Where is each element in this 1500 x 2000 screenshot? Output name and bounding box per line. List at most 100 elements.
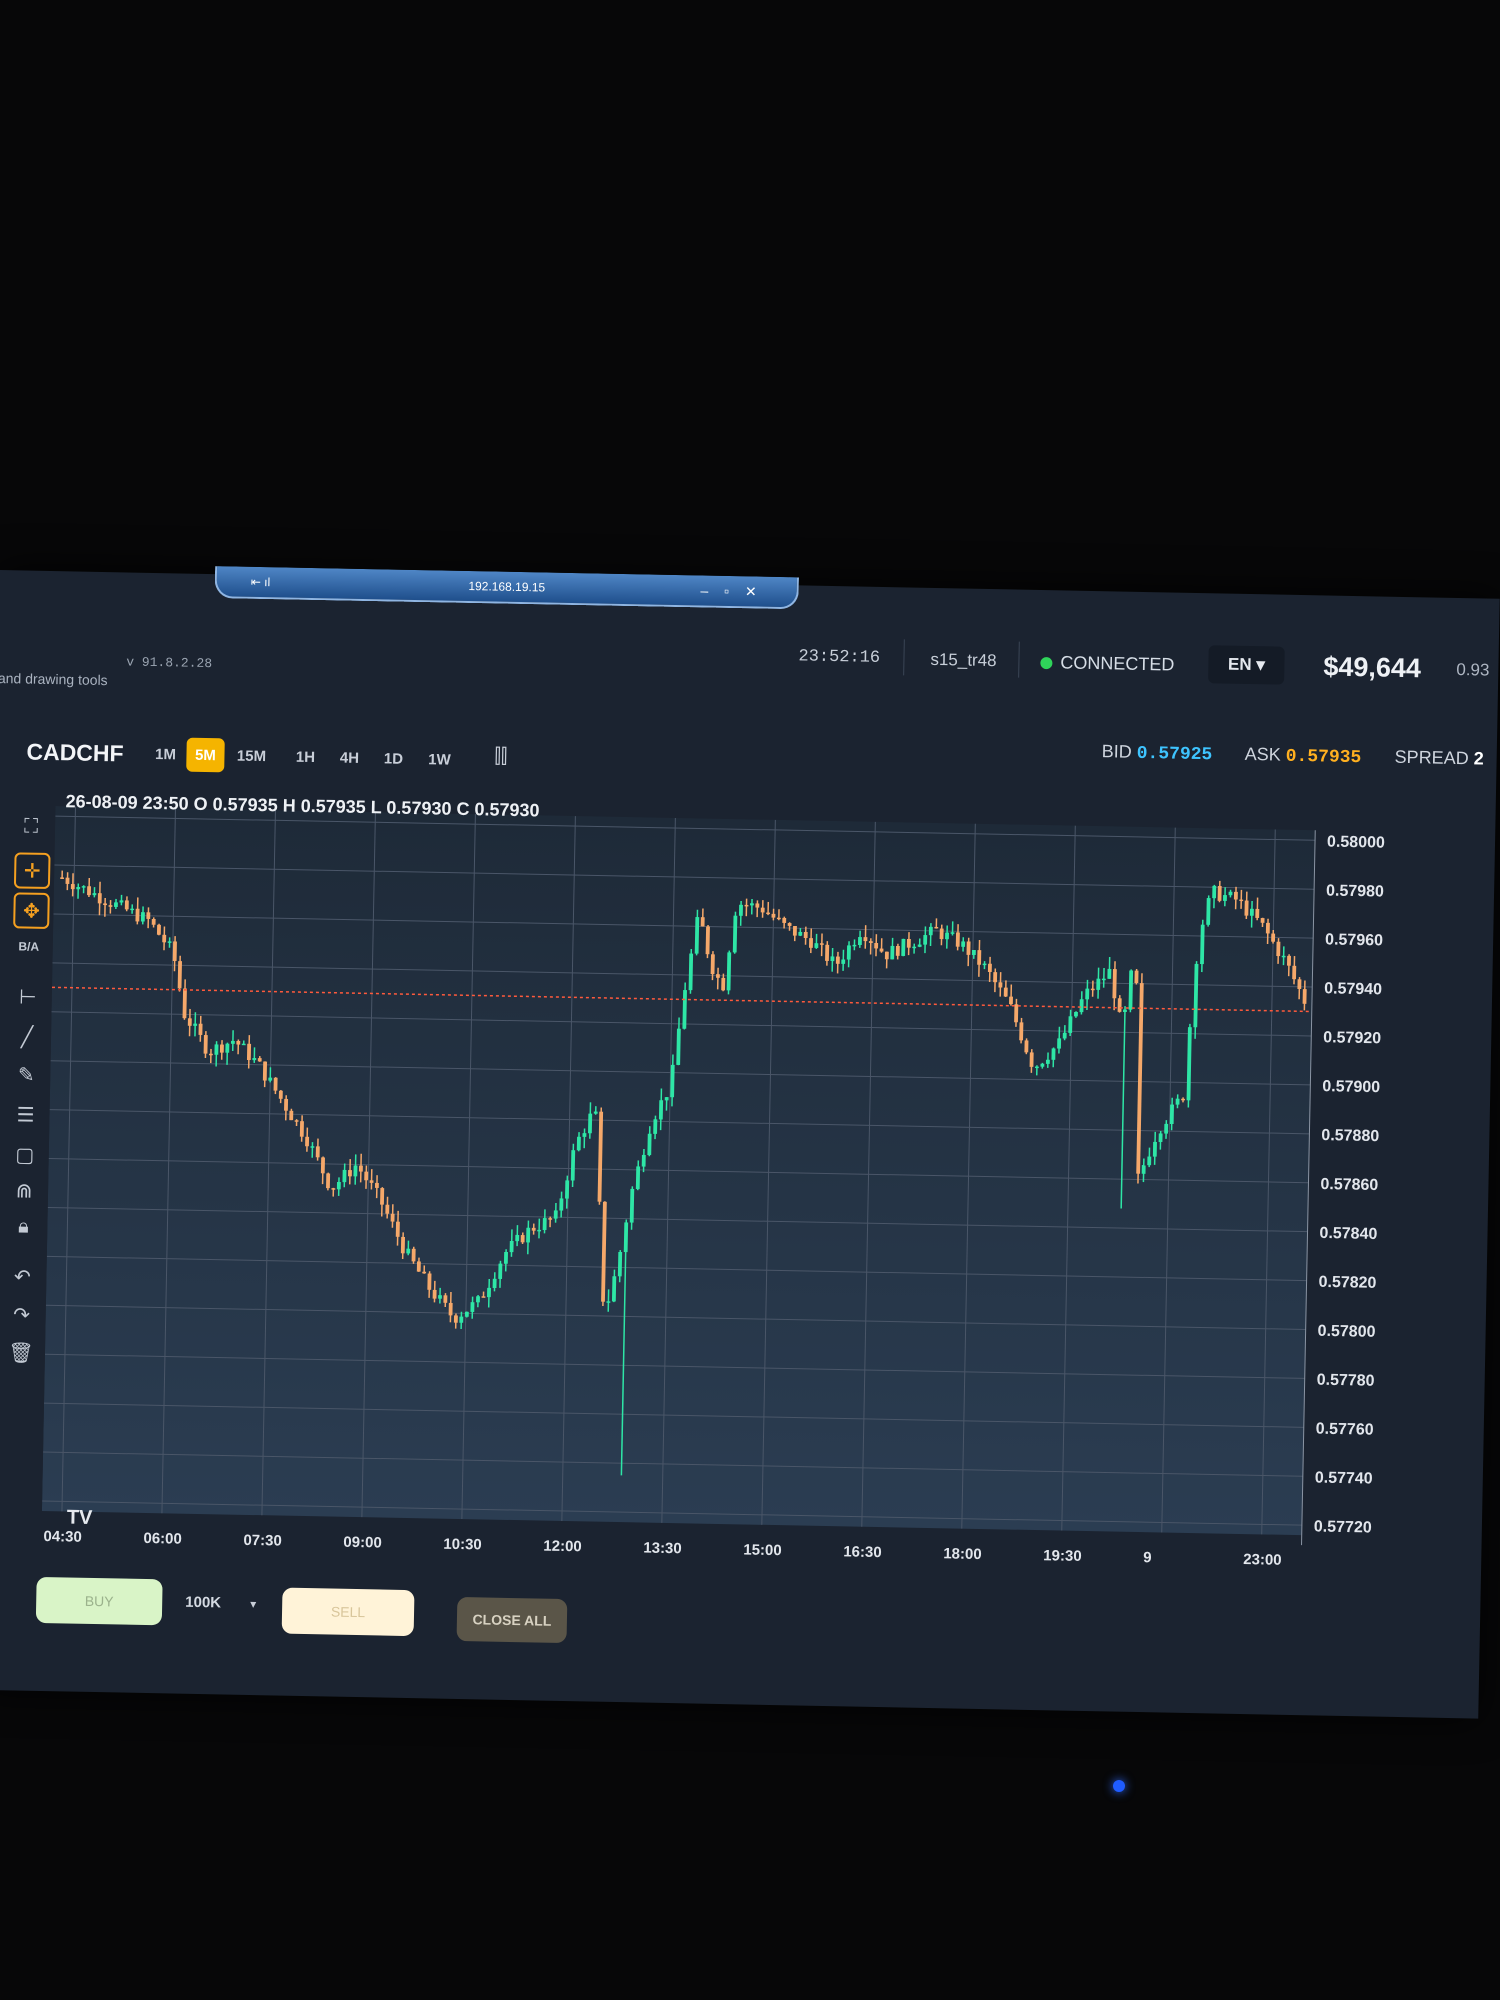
version-label: v 91.8.2.28 — [126, 654, 213, 672]
candle-body — [476, 1296, 480, 1303]
candle-body — [1233, 891, 1238, 900]
price-chart[interactable]: 0.58000 0.57980 0.57960 0.57940 0.57920 0.579… — [41, 786, 1435, 1572]
symbol-name[interactable]: CADCHF — [26, 739, 124, 768]
window-controls[interactable]: – ▫ ✕ — [700, 582, 763, 600]
candle-body — [776, 917, 781, 920]
candle-body — [406, 1248, 411, 1254]
candle-body — [108, 905, 113, 907]
trend-line-icon[interactable]: ╱ — [11, 1020, 44, 1053]
sell-button[interactable]: SELL — [281, 1587, 415, 1637]
rectangle-icon[interactable]: ▢ — [8, 1138, 41, 1171]
candle-body — [1057, 1038, 1062, 1049]
candle-body — [998, 982, 1003, 988]
fib-levels-icon[interactable]: ☰ — [9, 1098, 42, 1131]
candle-body — [664, 1097, 669, 1101]
candle-body — [559, 1198, 564, 1211]
candle-body — [342, 1169, 347, 1183]
candle-body — [611, 1276, 617, 1302]
language-select[interactable]: EN ▾ — [1208, 645, 1285, 685]
magnet-icon[interactable]: ⋒ — [8, 1174, 41, 1207]
candle-body — [582, 1133, 587, 1137]
candle-body — [87, 886, 92, 896]
candle-body — [835, 956, 840, 964]
candle-body — [241, 1043, 246, 1046]
x-tick-label: 19:30 — [1043, 1547, 1082, 1565]
candle-body — [97, 893, 102, 904]
spread-value: 2 — [1473, 748, 1484, 769]
x-tick-label: 15:00 — [743, 1541, 782, 1559]
timeframe-5m[interactable]: 5M — [186, 737, 225, 773]
candle-body — [509, 1240, 514, 1253]
fullscreen-icon[interactable]: ⛶ — [15, 810, 48, 843]
tradingview-logo: TV — [66, 1506, 93, 1529]
candle-body — [385, 1204, 390, 1214]
candle-body — [755, 903, 760, 908]
balance-secondary: 0.93 — [1456, 659, 1490, 680]
candle-body — [565, 1180, 570, 1199]
candle-body — [320, 1157, 325, 1174]
candle-body — [422, 1271, 427, 1274]
timeframe-1d[interactable]: 1D — [374, 741, 413, 776]
candle-body — [262, 1061, 268, 1081]
timeframe-1w[interactable]: 1W — [420, 742, 459, 777]
pencil-icon[interactable]: ✎ — [10, 1058, 43, 1091]
close-all-button[interactable]: CLOSE ALL — [456, 1596, 568, 1644]
candle-body — [364, 1171, 369, 1181]
candle-body — [374, 1182, 379, 1189]
x-tick-label: 18:00 — [943, 1545, 982, 1563]
candlestick-chart[interactable]: 0.58000 0.57980 0.57960 0.57940 0.57920 0.579… — [41, 786, 1435, 1572]
timeframe-15m[interactable]: 15M — [232, 739, 271, 774]
candle-body — [203, 1035, 208, 1054]
candle-body — [1101, 978, 1106, 981]
candle-body — [841, 959, 846, 964]
bid-ask-toggle[interactable]: B/A — [12, 930, 45, 963]
x-tick-label: 07:30 — [243, 1532, 282, 1550]
candle-body — [542, 1218, 547, 1231]
candle-body — [961, 941, 966, 947]
candle-body — [380, 1188, 385, 1205]
candle-body — [1244, 900, 1249, 916]
lock-icon[interactable]: 🔒︎ — [7, 1210, 40, 1243]
candle-body — [682, 990, 687, 1029]
x-tick-label: 23:00 — [1243, 1551, 1282, 1569]
horizontal-line-icon[interactable]: ⊢ — [12, 980, 45, 1013]
spread-label: SPREAD — [1394, 746, 1469, 769]
pin-icon[interactable]: ⇤ ıl — [251, 575, 271, 589]
timeframe-1m[interactable]: 1M — [146, 737, 185, 772]
candle-body — [140, 912, 145, 922]
candle-body — [146, 912, 151, 919]
candle-body — [1024, 1040, 1029, 1053]
candle-body — [390, 1213, 395, 1222]
timeframe-4h[interactable]: 4H — [330, 740, 369, 775]
candle-body — [70, 883, 75, 890]
move-icon[interactable]: ✥ — [13, 892, 50, 930]
crosshair-icon[interactable]: ✛ — [13, 852, 51, 890]
x-tick-label: 12:00 — [543, 1538, 582, 1556]
candle-body — [1175, 1098, 1180, 1105]
candle-body — [432, 1289, 437, 1299]
redo-icon[interactable]: ↷ — [5, 1298, 38, 1331]
chevron-down-icon[interactable]: ▾ — [250, 1597, 256, 1611]
candle-body — [353, 1165, 358, 1177]
ask-price: 0.57935 — [1285, 746, 1362, 769]
candle-body — [92, 893, 97, 896]
candle-body — [411, 1248, 416, 1262]
candle-body — [750, 903, 754, 906]
candle-body — [336, 1181, 341, 1190]
candlestick-type-icon[interactable]: ⫿⫿ — [494, 746, 507, 769]
candle-body — [694, 917, 700, 954]
trash-icon[interactable]: 🗑︎ — [5, 1336, 38, 1369]
candle-body — [65, 877, 70, 884]
candle-body — [1260, 918, 1265, 923]
candle-body — [1112, 969, 1117, 999]
undo-icon[interactable]: ↶ — [6, 1260, 39, 1293]
candle-body — [531, 1227, 536, 1231]
timeframe-1h[interactable]: 1H — [286, 740, 325, 775]
buy-button[interactable]: BUY — [35, 1576, 163, 1626]
y-tick-label: 0.57900 — [1322, 1078, 1380, 1096]
candle-body — [177, 961, 182, 989]
lot-size[interactable]: 100K — [185, 1594, 221, 1612]
candle-body — [492, 1278, 497, 1289]
remote-desktop-bar[interactable]: ⇤ ıl 192.168.19.15 – ▫ ✕ — [214, 566, 800, 610]
candle-body — [503, 1251, 508, 1264]
